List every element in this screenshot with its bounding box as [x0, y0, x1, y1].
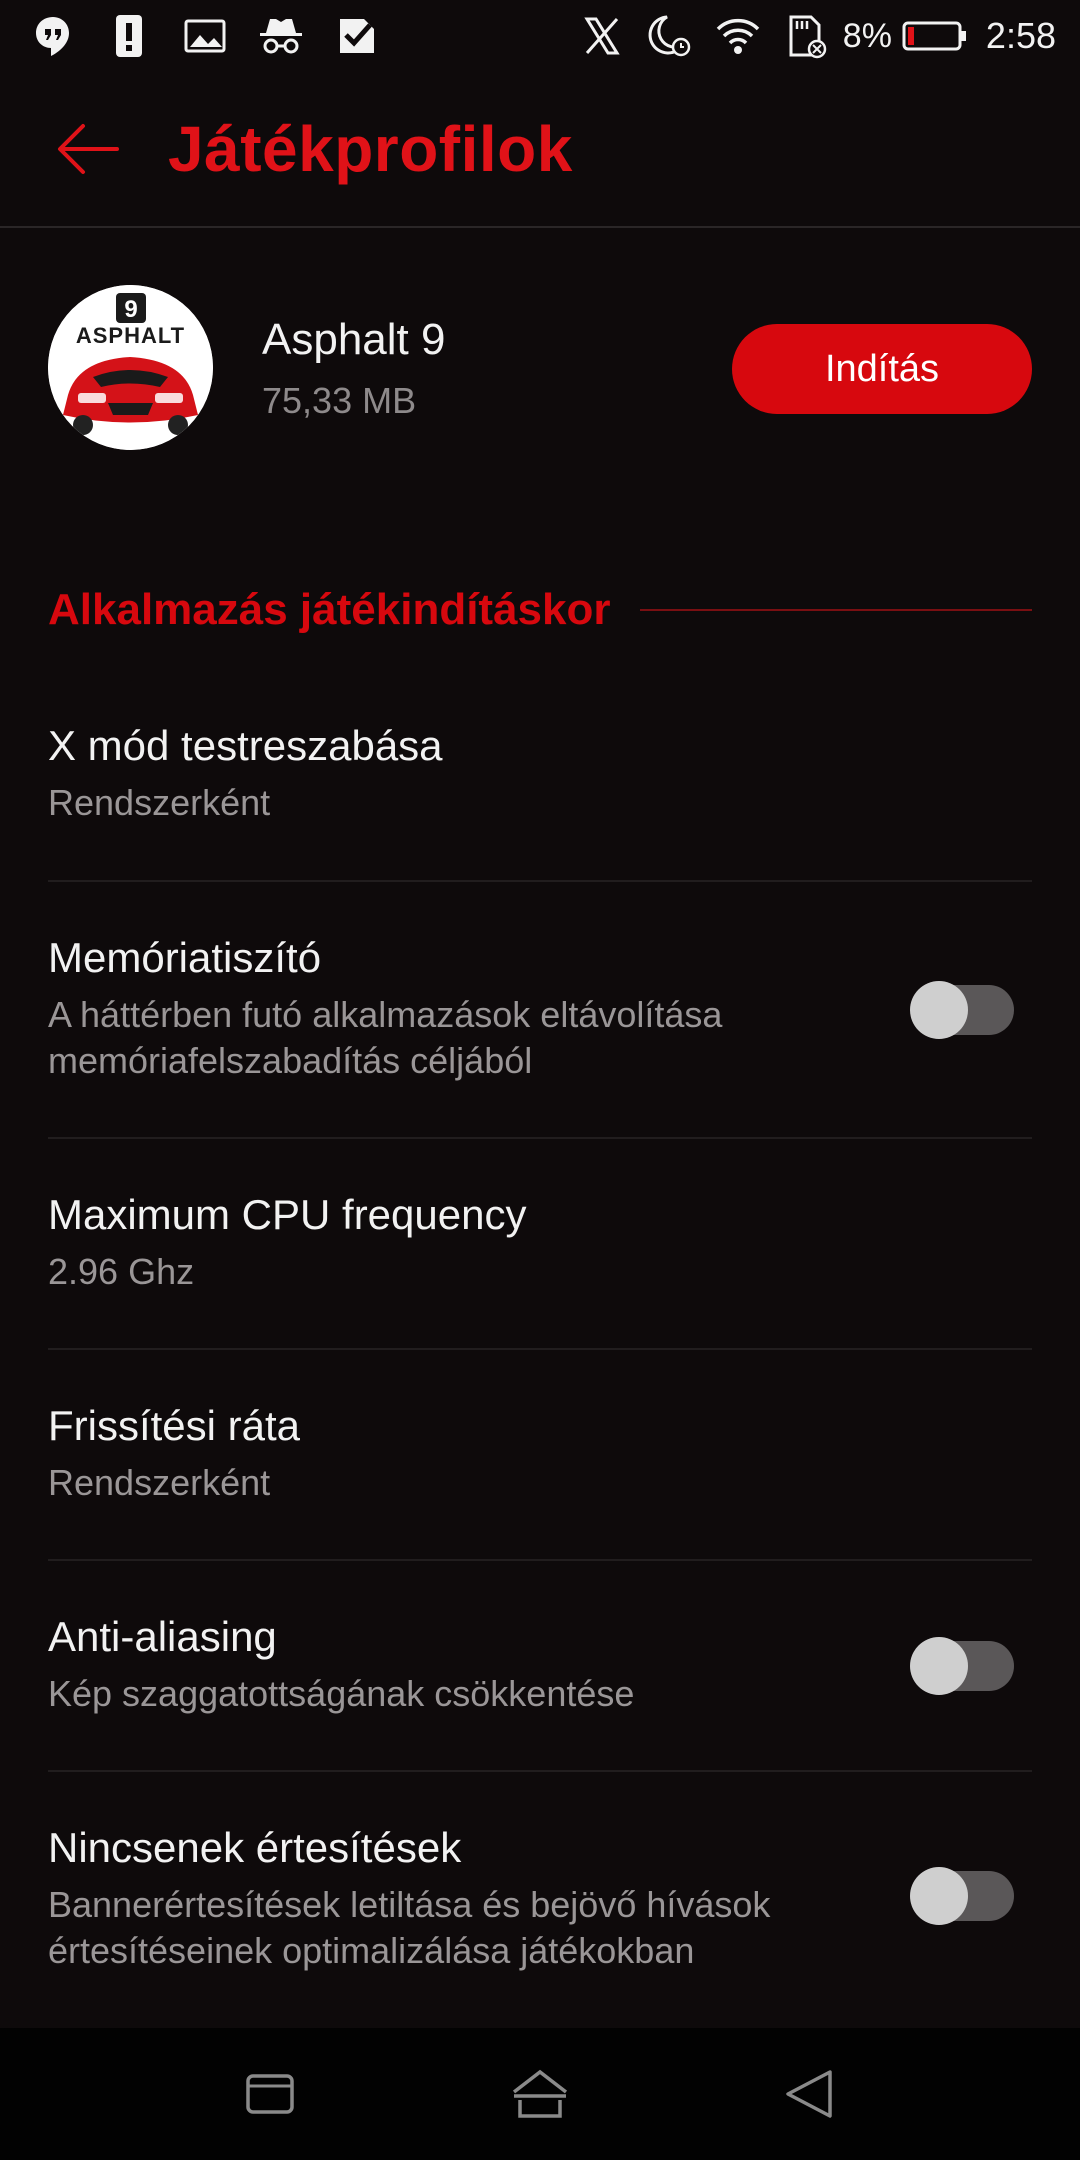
home-button[interactable]	[495, 2049, 585, 2139]
game-icon-badge: 9	[124, 296, 137, 323]
setting-subtitle-line2: memóriafelszabadítás céljából	[48, 1040, 533, 1081]
setting-refresh-rate[interactable]: Frissítési ráta Rendszerként	[48, 1402, 1032, 1506]
setting-subtitle-line1: A háttérben futó alkalmazások eltávolítá…	[48, 994, 723, 1035]
setting-max-cpu-frequency[interactable]: Maximum CPU frequency 2.96 Ghz	[48, 1191, 1032, 1295]
section-divider	[640, 609, 1032, 611]
game-icon-text: ASPHALT	[76, 323, 185, 348]
recents-button[interactable]	[225, 2049, 315, 2139]
setting-anti-aliasing[interactable]: Anti-aliasing Kép szaggatottságának csök…	[48, 1613, 1032, 1717]
battery-icon	[902, 13, 968, 59]
setting-subtitle-line1: Bannerértesítések letiltása és bejövő hí…	[48, 1884, 771, 1925]
no-notifications-toggle[interactable]	[910, 1867, 1014, 1925]
back-button[interactable]	[48, 109, 128, 189]
sd-card-icon	[783, 13, 829, 59]
setting-x-mode[interactable]: X mód testreszabása Rendszerként	[48, 722, 1032, 826]
game-size: 75,33 MB	[262, 380, 417, 421]
setting-title: Anti-aliasing	[48, 1613, 277, 1660]
toggle-thumb	[910, 1867, 968, 1925]
hangouts-icon	[30, 13, 76, 59]
setting-memory-cleaner[interactable]: Memóriatiszító A háttérben futó alkalmaz…	[48, 934, 1032, 1084]
divider	[48, 880, 1032, 882]
recents-icon	[246, 2074, 294, 2114]
checkmark-app-icon	[334, 13, 380, 59]
divider	[48, 1348, 1032, 1350]
setting-title: Memóriatiszító	[48, 934, 322, 981]
arrow-left-icon	[58, 124, 119, 174]
launch-button[interactable]: Indítás	[732, 324, 1032, 414]
clock: 2:58	[985, 15, 1056, 56]
setting-title: Nincsenek értesítések	[48, 1824, 462, 1871]
setting-no-notifications[interactable]: Nincsenek értesítések Bannerértesítések …	[48, 1824, 1032, 1974]
battery-percent: 8%	[842, 16, 892, 55]
alert-icon	[106, 13, 152, 59]
x-icon	[579, 13, 625, 59]
section-title: Alkalmazás játékindításkor	[48, 585, 611, 634]
game-icon[interactable]: 9 ASPHALT	[48, 285, 213, 450]
divider	[48, 1559, 1032, 1561]
home-icon	[512, 2069, 568, 2118]
setting-subtitle: Bannerértesítések letiltása és bejövő hí…	[48, 1882, 1032, 1974]
back-nav-button[interactable]	[765, 2049, 855, 2139]
setting-subtitle: Rendszerként	[48, 1462, 271, 1503]
setting-title: Maximum CPU frequency	[48, 1191, 527, 1238]
setting-subtitle: 2.96 Ghz	[48, 1251, 195, 1292]
toggle-thumb	[910, 981, 968, 1039]
divider	[48, 1770, 1032, 1772]
toggle-thumb	[910, 1637, 968, 1695]
incognito-icon	[258, 13, 304, 59]
setting-subtitle: A háttérben futó alkalmazások eltávolítá…	[48, 992, 1032, 1084]
wifi-icon	[715, 13, 761, 59]
memory-cleaner-toggle[interactable]	[910, 981, 1014, 1039]
image-icon	[182, 13, 228, 59]
back-nav-icon	[786, 2070, 832, 2118]
section-header: Alkalmazás játékindításkor	[48, 580, 1032, 640]
setting-subtitle-line2: értesítéseinek optimalizálása játékokban	[48, 1930, 695, 1971]
game-name: Asphalt 9	[262, 315, 446, 364]
app-bar: Játékprofilok	[0, 72, 1080, 228]
game-header: 9 ASPHALT Asphalt 9 75,33 MB Indítás	[0, 285, 1080, 455]
divider	[48, 1137, 1032, 1139]
page-title: Játékprofilok	[168, 113, 573, 185]
setting-subtitle: Rendszerként	[48, 782, 271, 823]
setting-title: X mód testreszabása	[48, 722, 443, 769]
navigation-bar	[0, 2028, 1080, 2160]
do-not-disturb-alarm-icon	[647, 13, 693, 59]
status-bar: 8% 2:58	[0, 0, 1080, 72]
anti-aliasing-toggle[interactable]	[910, 1637, 1014, 1695]
setting-title: Frissítési ráta	[48, 1402, 301, 1449]
setting-subtitle: Kép szaggatottságának csökkentése	[48, 1673, 635, 1714]
